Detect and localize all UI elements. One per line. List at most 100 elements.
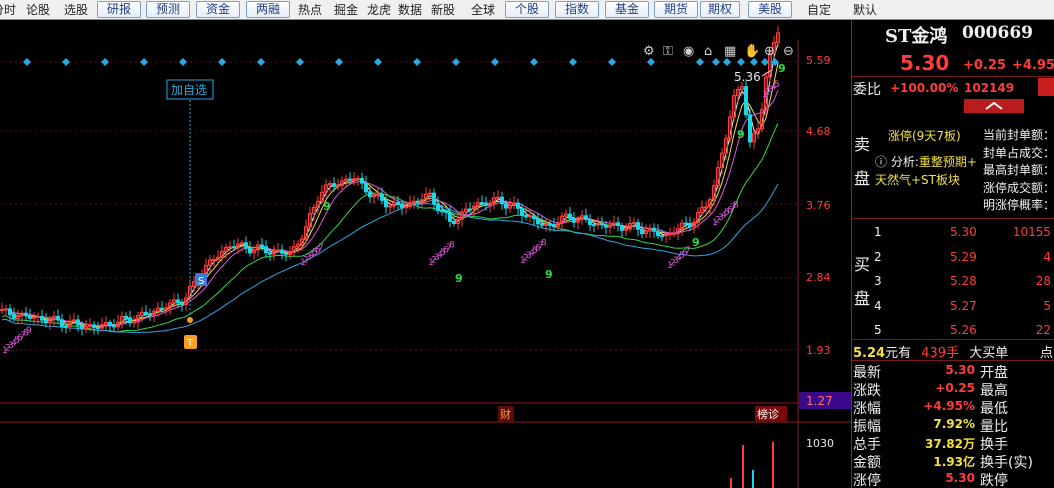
top-tab-9[interactable]: 龙虎	[364, 0, 394, 20]
top-tab-18[interactable]: 美股	[748, 1, 792, 18]
candle-body	[468, 208, 472, 211]
candle-body	[688, 223, 692, 228]
td-digit: 9	[778, 62, 786, 75]
candle-body	[480, 202, 484, 205]
candle-body	[504, 203, 508, 209]
basket-icon[interactable]: ⌂	[704, 44, 712, 59]
td-digit: 9	[692, 236, 700, 249]
candle-body	[600, 222, 604, 226]
top-tab-5[interactable]: 资金	[196, 1, 240, 18]
top-tab-16[interactable]: 期货	[654, 1, 698, 18]
price-tick-1: 4.68	[806, 125, 831, 138]
eye-icon[interactable]: ◉	[683, 44, 694, 59]
zoom-out-icon[interactable]: ⊖	[783, 44, 794, 59]
candle-body	[124, 315, 128, 319]
candle-body	[548, 223, 552, 226]
candle-body	[348, 178, 352, 181]
candle-body	[436, 203, 440, 212]
top-tab-20[interactable]: 默认	[849, 0, 881, 20]
top-tab-11[interactable]: 新股	[427, 0, 459, 20]
candle-body	[672, 233, 676, 236]
top-tab-3[interactable]: 研报	[97, 1, 141, 18]
analysis-link[interactable]: 重整预期+	[919, 155, 977, 169]
calendar-icon[interactable]: ▦	[724, 44, 736, 59]
buy-price-0: 5.30	[950, 225, 977, 239]
add-watch-label: 加自选	[171, 83, 207, 97]
top-tab-19[interactable]: 自定	[803, 0, 835, 20]
event-t-label: T	[186, 338, 194, 349]
top-tab-6[interactable]: 两融	[246, 1, 290, 18]
candle-body	[8, 308, 12, 316]
td-digit: 8	[449, 241, 455, 251]
stat-label-4: 总手	[853, 437, 881, 453]
top-tab-15[interactable]: 基金	[605, 1, 649, 18]
td-digit: 9	[737, 128, 745, 141]
candle-body	[108, 321, 112, 326]
top-tab-1[interactable]: 论股	[22, 0, 54, 20]
gear-icon[interactable]: ⚙	[643, 44, 655, 59]
quote-panel: ST金鸿 000669 5.30 +0.25 +4.95% 委比 +100.00…	[851, 20, 1054, 488]
candle-body	[28, 315, 32, 319]
candle-body	[260, 244, 264, 248]
price-change: +0.25	[963, 58, 1006, 73]
zoom-in-icon[interactable]: ⊕	[764, 44, 775, 59]
candle-body	[524, 214, 528, 218]
top-tab-2[interactable]: 选股	[60, 0, 92, 20]
top-tab-bar: 分时论股选股研报预测资金两融热点掘金龙虎数据新股全球个股指数基金期货期权美股自定…	[0, 0, 1054, 20]
big-order-line: 5.24元有 439手 大买单	[853, 342, 1008, 361]
buy-vol-0: 10155	[1012, 225, 1051, 239]
candle-body	[444, 210, 448, 213]
candle-body	[636, 222, 640, 230]
candle-body	[212, 258, 216, 261]
analysis-line2[interactable]: 天然气+ST板块	[875, 171, 960, 188]
stat-value-1: +0.25	[935, 381, 975, 395]
top-tab-12[interactable]: 全球	[467, 0, 499, 20]
td-digit: 8	[733, 201, 739, 211]
top-tab-0[interactable]: 分时	[0, 0, 16, 20]
lock-icon[interactable]: ⚿	[663, 44, 673, 59]
buy-button[interactable]	[1038, 78, 1054, 96]
candle-body	[164, 307, 168, 310]
top-tab-14[interactable]: 指数	[555, 1, 599, 18]
stat-value-5: 1.93亿	[933, 455, 975, 469]
candle-body	[332, 183, 336, 187]
big-order-text: 元有	[885, 346, 912, 361]
candle-body	[356, 177, 360, 180]
candle-body	[616, 222, 620, 227]
buy-price-3: 5.27	[950, 298, 977, 313]
stat-value-0: 5.30	[945, 363, 975, 377]
candle-body	[180, 302, 184, 306]
candle-body	[40, 315, 44, 321]
buy-price-4: 5.26	[950, 323, 977, 337]
candle-body	[228, 246, 232, 249]
candle-body	[0, 309, 4, 312]
top-tab-10[interactable]: 数据	[394, 0, 426, 20]
candle-body	[516, 202, 520, 209]
collapse-arrow-icon[interactable]	[964, 99, 1024, 113]
seal-stat-0: 当前封单额：	[983, 128, 1054, 142]
seal-stat-3: 涨停成交额：	[983, 180, 1054, 195]
candle-body	[80, 324, 84, 330]
top-tab-13[interactable]: 个股	[505, 1, 549, 18]
buy-lvl-0: 1	[874, 225, 882, 239]
stat-label2-3: 量比	[980, 419, 1008, 435]
volume-bar	[752, 470, 754, 488]
diagnosis-label: 榜诊	[757, 407, 779, 421]
top-tab-4[interactable]: 预测	[146, 1, 190, 18]
big-order-kind: 大买单	[969, 346, 1009, 361]
buy-lvl-4: 5	[874, 323, 882, 337]
top-tab-17[interactable]: 期权	[700, 1, 740, 18]
top-tab-8[interactable]: 掘金	[330, 0, 362, 20]
candle-body	[144, 311, 148, 315]
kline-chart[interactable]: 1234567891234567912345678912345678912345…	[0, 20, 851, 488]
hand-icon[interactable]: ✋	[744, 43, 760, 59]
big-order-tail: 点	[1040, 346, 1054, 361]
price-tick-4: 1.93	[806, 344, 831, 357]
candle-body	[632, 222, 636, 225]
buy-lvl-1: 2	[874, 249, 882, 264]
buy-vol-4: 22	[1035, 323, 1051, 337]
buy-vol-2: 28	[1035, 274, 1051, 288]
candle-body	[264, 246, 268, 254]
volume-bar	[730, 478, 732, 488]
top-tab-7[interactable]: 热点	[294, 0, 326, 20]
